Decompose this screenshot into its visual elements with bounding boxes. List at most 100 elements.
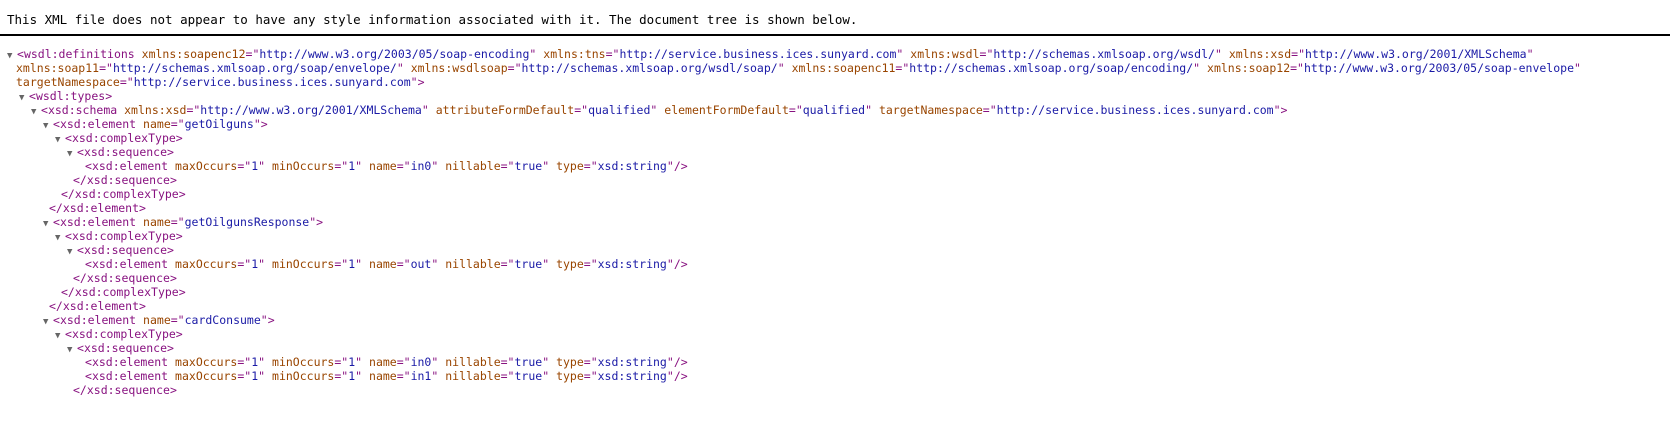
tag-bracket: /> [673,355,688,369]
xml-line: <xsd:element maxOccurs="1" minOccurs="1"… [85,369,688,383]
attribute-quote: " [258,369,266,383]
xml-line: ▼ <xsd:element name="getOilguns"> [43,117,268,131]
attribute-name: xmlns:wsdlsoap [410,61,508,75]
attribute-name: minOccurs [272,355,335,369]
attribute-quote: " [777,61,785,75]
tag-bracket: < [53,117,60,131]
collapse-toggle-icon[interactable]: ▼ [7,49,16,63]
attribute-equals: =" [583,159,598,173]
tag-bracket: > [167,341,174,355]
attribute-name: xmlns:xsd [124,103,187,117]
attribute-equals: =" [396,355,411,369]
tag-name: xsd:sequence [86,383,170,397]
attribute-value: http://schemas.xmlsoap.org/soap/envelope… [112,61,397,75]
tag-bracket: < [65,327,72,341]
tag-bracket: < [65,131,72,145]
tag-bracket: < [77,341,84,355]
tag-name: wsdl:types [35,89,106,103]
attribute-name: maxOccurs [175,355,238,369]
xml-line: </xsd:sequence> [73,383,177,397]
tag-bracket: > [175,131,183,145]
attribute-name: xmlns:tns [543,47,606,61]
attribute-equals: =" [186,103,201,117]
attribute-equals: =" [500,159,515,173]
attribute-value: in0 [410,159,432,173]
attribute-value: out [410,257,432,271]
collapse-toggle-icon[interactable]: ▼ [55,133,64,147]
tag-name: xsd:element [91,257,169,271]
attribute-equals: =" [574,103,589,117]
tag-bracket: </ [49,299,63,313]
attribute-equals: =" [334,257,349,271]
collapse-toggle-icon[interactable]: ▼ [31,105,40,119]
xml-line: </xsd:complexType> [61,285,186,299]
attribute-quote: " [1193,61,1201,75]
tag-bracket: /> [673,369,688,383]
attribute-quote: " [666,159,674,173]
xml-line: </xsd:element> [49,201,146,215]
collapse-toggle-icon[interactable]: ▼ [67,343,76,357]
attribute-equals: =" [1291,47,1305,61]
attribute-value: xsd:string [597,257,667,271]
attribute-equals: =" [334,369,349,383]
attribute-equals: =" [119,75,134,89]
collapse-toggle-icon[interactable]: ▼ [43,315,52,329]
xml-line: <xsd:element maxOccurs="1" minOccurs="1"… [85,355,688,369]
collapse-toggle-icon[interactable]: ▼ [55,231,64,245]
attribute-quote: " [896,47,904,61]
tag-bracket: </ [49,201,63,215]
attribute-equals: =" [507,61,522,75]
collapse-toggle-icon[interactable]: ▼ [67,245,76,259]
tag-bracket: > [139,201,146,215]
tag-name: xsd:element [59,117,137,131]
collapse-toggle-icon[interactable]: ▼ [67,147,76,161]
collapse-toggle-icon[interactable]: ▼ [55,329,64,343]
tag-bracket: > [169,383,177,397]
tag-name: xsd:element [59,215,137,229]
attribute-name: elementFormDefault [664,103,789,117]
attribute-name: maxOccurs [175,159,238,173]
tag-bracket: > [260,117,268,131]
xml-line: ▼ <xsd:sequence> [67,341,174,355]
attribute-quote: " [529,47,537,61]
attribute-equals: =" [788,103,803,117]
attribute-name: type [556,257,584,271]
attribute-equals: =" [583,369,598,383]
attribute-equals: =" [1290,61,1304,75]
attribute-quote: " [355,355,363,369]
attribute-equals: =" [979,47,994,61]
xml-line: ▼ <xsd:sequence> [67,243,174,257]
collapse-toggle-icon[interactable]: ▼ [43,119,52,133]
tag-bracket: > [167,243,174,257]
tag-bracket: < [65,229,72,243]
collapse-toggle-icon[interactable]: ▼ [43,217,52,231]
tag-bracket: </ [73,173,87,187]
attribute-equals: =" [237,369,252,383]
attribute-quote: " [666,355,674,369]
tag-name: wsdl:definitions [23,47,135,61]
tag-bracket: </ [61,187,75,201]
tag-bracket: < [85,369,92,383]
collapse-toggle-icon[interactable]: ▼ [19,91,28,105]
xml-line: ▼ <wsdl:definitions xmlns:soapenc12="http… [7,47,1534,61]
attribute-equals: =" [99,61,113,75]
attribute-name: name [369,159,397,173]
tag-bracket: > [316,215,324,229]
attribute-value: http://schemas.xmlsoap.org/wsdl/soap/ [521,61,778,75]
attribute-value: in0 [410,355,432,369]
attribute-name: xmlns:soapenc12 [141,47,246,61]
attribute-name: name [143,215,171,229]
xml-line: ▼ <xsd:complexType> [55,327,183,341]
attribute-name: targetNamespace [16,75,120,89]
attribute-equals: =" [982,103,997,117]
tag-name: xsd:sequence [83,243,168,257]
tag-name: xsd:element [91,159,169,173]
attribute-value: xsd:string [597,355,667,369]
attribute-quote: " [421,103,429,117]
attribute-name: xmlns:soap11 [16,61,100,75]
attribute-value: true [514,369,543,383]
attribute-name: xmlns:soapenc11 [791,61,896,75]
attribute-quote: " [431,369,439,383]
tag-bracket: < [85,355,92,369]
attribute-quote: " [1574,61,1581,75]
